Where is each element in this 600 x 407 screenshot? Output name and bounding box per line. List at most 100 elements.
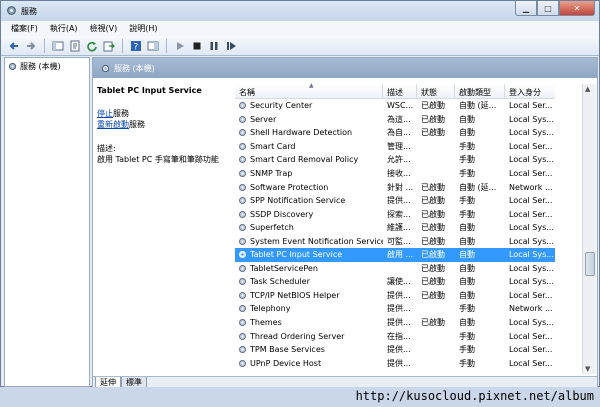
column-header-description[interactable]: 描述 xyxy=(383,84,417,99)
toolbar: ? xyxy=(1,36,599,56)
console-tree-icon[interactable] xyxy=(51,39,65,53)
service-row[interactable]: Tablet PC Input Service 啟用 ... 已啟動 自動 Local … xyxy=(235,248,555,262)
scrollbar-thumb[interactable] xyxy=(585,252,595,276)
service-row[interactable]: Superfetch 維護... 已啟動 自動 Local Sys... xyxy=(235,221,555,235)
service-row[interactable]: SPP Notification Service 提供... 已啟動 手動 Local … xyxy=(235,194,555,208)
toolbar-separator xyxy=(166,38,167,53)
column-header-log-on-as[interactable]: 登入身分 xyxy=(505,84,555,99)
restart-service-icon[interactable] xyxy=(224,39,238,53)
service-row[interactable]: Task Scheduler 讓使... 已啟動 自動 Local Sys... xyxy=(235,275,555,289)
scroll-down-icon[interactable]: ▼ xyxy=(585,365,590,373)
service-log-on-as-cell: Local Sys... xyxy=(509,318,554,328)
service-startup-type-cell: 手動 xyxy=(459,141,475,151)
service-rows: Security Center WSC... 已啟動 自動 (延... Local Se… xyxy=(235,99,555,370)
menu-action[interactable]: 執行(A) xyxy=(46,21,82,36)
service-row[interactable]: TabletServicePen 已啟動 自動 Local Sys... xyxy=(235,262,555,276)
pause-service-icon[interactable] xyxy=(207,39,221,53)
service-gear-icon xyxy=(239,332,246,340)
menu-file[interactable]: 檔案(F) xyxy=(7,21,42,36)
service-row[interactable]: Server 為這... 已啟動 自動 Local Sys... xyxy=(235,113,555,127)
tree-item-services-local[interactable]: 服務 (本機) xyxy=(8,61,61,72)
service-status-cell: 已啟動 xyxy=(421,263,445,273)
column-header-label: 名稱 xyxy=(239,88,255,97)
service-name-cell: SPP Notification Service xyxy=(235,196,383,205)
service-gear-icon xyxy=(239,102,246,110)
stop-service-link[interactable]: 停止 xyxy=(97,109,113,118)
service-row[interactable]: Smart Card 管理... 手動 Local Ser... xyxy=(235,140,555,154)
menu-help[interactable]: 說明(H) xyxy=(125,21,161,36)
service-row[interactable]: TPM Base Services 提供... 手動 Local Ser... xyxy=(235,343,555,357)
service-gear-icon xyxy=(239,142,246,150)
service-log-on-as-cell: Local Sys... xyxy=(509,155,554,165)
service-log-on-as-cell: Local Ser... xyxy=(509,209,553,219)
service-row[interactable]: Security Center WSC... 已啟動 自動 (延... Local Se… xyxy=(235,99,555,113)
service-row[interactable]: Thread Ordering Server 在指... 手動 Local Ser..… xyxy=(235,329,555,343)
maximize-button[interactable]: □ xyxy=(537,1,559,16)
service-gear-icon xyxy=(239,183,246,191)
service-gear-icon xyxy=(239,278,246,286)
service-name-cell: SSDP Discovery xyxy=(235,210,383,219)
column-header-status[interactable]: 狀態 xyxy=(417,84,455,99)
service-log-on-as-cell: Local Ser... xyxy=(509,290,553,300)
close-button[interactable]: ✕ xyxy=(559,1,595,16)
service-name: Superfetch xyxy=(250,223,294,233)
title-bar[interactable]: 服務 ▁ □ ✕ xyxy=(1,1,599,21)
back-arrow-icon[interactable] xyxy=(7,39,21,53)
service-gear-icon xyxy=(239,305,246,313)
service-name: TPM Base Services xyxy=(250,345,325,355)
minimize-button[interactable]: ▁ xyxy=(515,1,537,16)
service-gear-icon xyxy=(239,129,246,137)
show-hide-action-pane-icon[interactable] xyxy=(146,39,160,53)
service-startup-type-cell: 自動 xyxy=(459,250,475,260)
stop-service-icon[interactable] xyxy=(190,39,204,53)
properties-icon[interactable] xyxy=(68,39,82,53)
service-log-on-as-cell: Network ... xyxy=(509,182,553,192)
service-description-cell: 接收... xyxy=(387,169,411,178)
services-gear-icon xyxy=(101,64,110,72)
console-tree: 服務 (本機) xyxy=(4,57,90,387)
service-name: Software Protection xyxy=(250,182,329,192)
service-row[interactable]: System Event Notification Service 可監... 已啟… xyxy=(235,234,555,248)
service-detail-panel: Tablet PC Input Service 停止服務 重新啟動服務 描述: … xyxy=(97,86,227,165)
forward-arrow-icon[interactable] xyxy=(24,39,38,53)
watermark-bar: http://kusocloud.pixnet.net/album xyxy=(0,387,600,407)
service-gear-icon xyxy=(239,319,246,326)
export-list-icon[interactable] xyxy=(102,39,116,53)
service-row[interactable]: Telephony 提供... 手動 Network ... xyxy=(235,302,555,316)
service-startup-type-cell: 自動 xyxy=(459,128,475,138)
column-header-startup-type[interactable]: 啟動類型 xyxy=(455,84,505,99)
services-gear-icon xyxy=(7,6,16,15)
service-status-cell: 已啟動 xyxy=(421,318,445,328)
service-row[interactable]: SSDP Discovery 探索... 已啟動 手動 Local Ser... xyxy=(235,207,555,221)
watermark-text: http://kusocloud.pixnet.net/album xyxy=(355,389,594,403)
service-log-on-as-cell: Local Ser... xyxy=(509,358,553,368)
scroll-up-icon[interactable]: ▲ xyxy=(585,85,590,93)
service-description-cell: 提供... xyxy=(387,196,411,206)
service-row[interactable]: Themes 提供... 已啟動 自動 Local Sys... xyxy=(235,316,555,330)
service-name-cell: TPM Base Services xyxy=(235,345,383,354)
column-header-name[interactable]: ▲ 名稱 xyxy=(235,82,383,99)
service-description-cell: 探索... xyxy=(387,209,411,219)
restart-service-link[interactable]: 重新啟動 xyxy=(97,120,129,129)
service-name-cell: Thread Ordering Server xyxy=(235,332,383,341)
service-startup-type-cell: 自動 (延... xyxy=(459,101,497,111)
help-icon[interactable]: ? xyxy=(129,39,143,53)
service-row[interactable]: Shell Hardware Detection 為自... 已啟動 自動 Local … xyxy=(235,126,555,140)
service-row[interactable]: Smart Card Removal Policy 允許... 手動 Local Sy… xyxy=(235,153,555,167)
service-name: Shell Hardware Detection xyxy=(250,128,353,138)
service-row[interactable]: UPnP Device Host 提供... 手動 Local Ser... xyxy=(235,356,555,370)
service-row[interactable]: Software Protection 針對 ... 已啟動 自動 (延... Netw… xyxy=(235,180,555,194)
service-gear-icon xyxy=(239,237,246,245)
start-service-icon[interactable] xyxy=(173,39,187,53)
service-description-cell: 提供... xyxy=(387,358,411,368)
service-row[interactable]: TCP/IP NetBIOS Helper 提供... 已啟動 自動 Local Ser… xyxy=(235,289,555,303)
restart-link-suffix: 服務 xyxy=(129,120,145,129)
vertical-scrollbar[interactable]: ▲ ▼ xyxy=(582,84,596,374)
service-row[interactable]: SNMP Trap 接收... 手動 Local Ser... xyxy=(235,167,555,181)
service-name: SPP Notification Service xyxy=(250,196,346,206)
menu-view[interactable]: 檢視(V) xyxy=(86,21,122,36)
service-log-on-as-cell: Local Ser... xyxy=(509,331,553,341)
refresh-icon[interactable] xyxy=(85,39,99,53)
service-description-cell: 為自... xyxy=(387,128,411,138)
service-startup-type-cell: 自動 xyxy=(459,263,475,273)
